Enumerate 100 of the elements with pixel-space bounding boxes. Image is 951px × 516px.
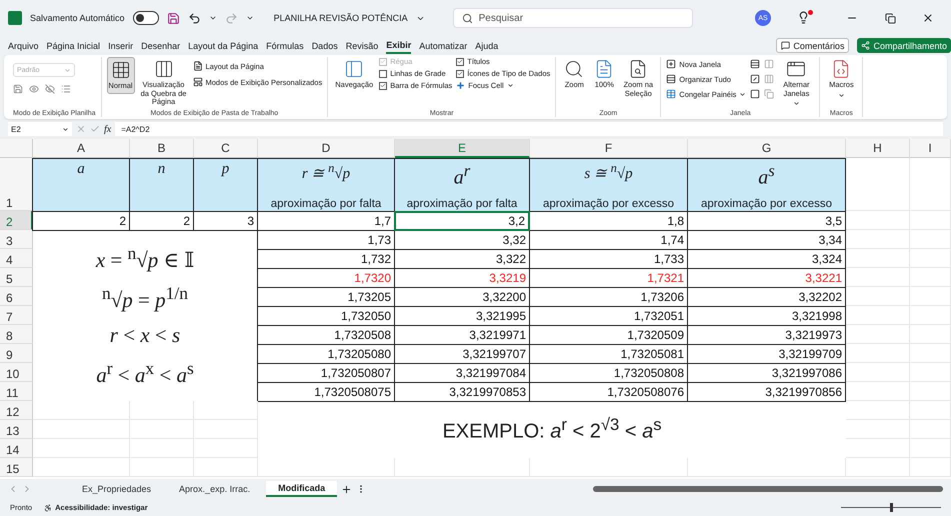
checkbox[interactable]: [456, 58, 464, 66]
row-header[interactable]: 7: [0, 306, 33, 325]
row-header[interactable]: 14: [0, 439, 33, 458]
column-header[interactable]: H: [846, 139, 910, 158]
empty-cell[interactable]: [130, 401, 194, 420]
comments-button[interactable]: Comentários: [776, 38, 850, 53]
empty-cell[interactable]: [910, 382, 951, 401]
sheet-tab[interactable]: Modificada: [266, 481, 338, 497]
menu-tab[interactable]: Página Inicial: [46, 37, 100, 54]
empty-cell[interactable]: [910, 458, 951, 477]
menu-tab[interactable]: Automatizar: [419, 37, 468, 54]
save-icon[interactable]: [166, 12, 180, 24]
menu-tab[interactable]: Inserir: [108, 37, 134, 54]
empty-cell[interactable]: [910, 287, 951, 306]
sheet-tab[interactable]: Ex_Propriedades: [70, 482, 164, 496]
empty-cell[interactable]: [395, 458, 530, 477]
column-header[interactable]: A: [33, 139, 130, 158]
row-header[interactable]: 4: [0, 249, 33, 268]
row-header[interactable]: 9: [0, 344, 33, 363]
empty-cell[interactable]: [130, 458, 194, 477]
empty-cell[interactable]: [194, 458, 258, 477]
row-header[interactable]: 15: [0, 458, 33, 477]
empty-cell[interactable]: [910, 211, 951, 230]
empty-cell[interactable]: [910, 268, 951, 287]
header-formula: a$^{s}$: [758, 161, 775, 190]
empty-cell[interactable]: [194, 439, 258, 458]
menu-tab[interactable]: Desenhar: [141, 37, 180, 54]
empty-cell[interactable]: [910, 325, 951, 344]
column-header[interactable]: D: [258, 139, 395, 158]
caret-icon[interactable]: [246, 14, 254, 22]
name-box[interactable]: E2: [8, 122, 72, 136]
empty-cell[interactable]: [910, 249, 951, 268]
slider-thumb[interactable]: [890, 503, 893, 512]
row-header[interactable]: 3: [0, 230, 33, 249]
row-header[interactable]: 11: [0, 382, 33, 401]
column-header[interactable]: I: [910, 139, 951, 158]
checkbox[interactable]: [379, 82, 388, 90]
column-header[interactable]: C: [194, 139, 258, 158]
menu-tab[interactable]: Fórmulas: [266, 37, 304, 54]
row-header[interactable]: 1: [0, 158, 33, 211]
table-cell[interactable]: 2: [32, 211, 130, 231]
column-header[interactable]: B: [130, 139, 194, 158]
search-placeholder: Pesquisar: [478, 12, 524, 24]
column-header[interactable]: F: [530, 139, 688, 158]
header-caption: aproximação por falta: [406, 198, 518, 211]
table-cell[interactable]: 3,3219970856: [687, 382, 846, 402]
share-button[interactable]: Compartilhamento: [857, 38, 951, 53]
row-header[interactable]: 12: [0, 401, 33, 420]
empty-cell[interactable]: [846, 439, 910, 458]
header-caption: aproximação por excesso: [542, 198, 674, 211]
column-header[interactable]: G: [688, 139, 846, 158]
row-header[interactable]: 6: [0, 287, 33, 306]
menu-tab[interactable]: Ajuda: [475, 37, 498, 54]
empty-cell[interactable]: [130, 439, 194, 458]
empty-cell[interactable]: [258, 458, 395, 477]
empty-cell[interactable]: [910, 420, 951, 439]
lightbulb-icon[interactable]: [797, 11, 811, 25]
empty-cell[interactable]: [910, 401, 951, 420]
redo-icon[interactable]: [224, 12, 238, 24]
menu-tab[interactable]: Arquivo: [8, 37, 39, 54]
empty-cell[interactable]: [130, 420, 194, 439]
rows-icon: [666, 74, 676, 84]
autosave-toggle[interactable]: [132, 11, 159, 25]
restore-icon[interactable]: [884, 12, 896, 24]
row-header[interactable]: 2: [0, 211, 33, 230]
empty-cell[interactable]: [846, 401, 910, 420]
insert-function-label[interactable]: fx: [104, 124, 112, 134]
empty-cell[interactable]: [910, 363, 951, 382]
menu-tab[interactable]: Dados: [312, 37, 338, 54]
empty-cell[interactable]: [530, 458, 688, 477]
caret-icon[interactable]: [208, 14, 217, 22]
column-header[interactable]: E: [395, 139, 530, 158]
select-all-corner[interactable]: [0, 139, 33, 158]
row-header[interactable]: 10: [0, 363, 33, 382]
cross-icon: [456, 81, 466, 90]
empty-cell[interactable]: [910, 230, 951, 249]
undo-icon[interactable]: [188, 12, 201, 24]
row-header[interactable]: 13: [0, 420, 33, 439]
search-field[interactable]: Pesquisar: [452, 8, 693, 28]
row-header[interactable]: 5: [0, 268, 33, 287]
close-icon[interactable]: [922, 12, 934, 24]
empty-cell[interactable]: [688, 458, 846, 477]
empty-cell[interactable]: [846, 420, 910, 439]
checkbox[interactable]: [379, 70, 388, 78]
empty-cell[interactable]: [846, 458, 910, 477]
row-header[interactable]: 8: [0, 325, 33, 344]
empty-cell[interactable]: [194, 401, 258, 420]
empty-cell[interactable]: [910, 344, 951, 363]
menu-tab[interactable]: Revisão: [346, 37, 378, 54]
checkbox[interactable]: [456, 70, 464, 78]
empty-cell[interactable]: [910, 439, 951, 458]
table-cell[interactable]: 3,2: [394, 211, 530, 231]
empty-cell[interactable]: [910, 306, 951, 325]
add-sheet-icon[interactable]: [341, 484, 352, 494]
menu-tab[interactable]: Layout da Página: [188, 37, 258, 54]
document-title[interactable]: PLANILHA REVISÃO POTÊNCIA: [274, 13, 408, 23]
empty-cell[interactable]: [194, 420, 258, 439]
formula-input[interactable]: =A2^D2: [115, 122, 943, 136]
horizontal-scrollbar[interactable]: [593, 486, 943, 492]
sheet-tab[interactable]: Aprox._exp. Irrac.: [167, 482, 262, 496]
